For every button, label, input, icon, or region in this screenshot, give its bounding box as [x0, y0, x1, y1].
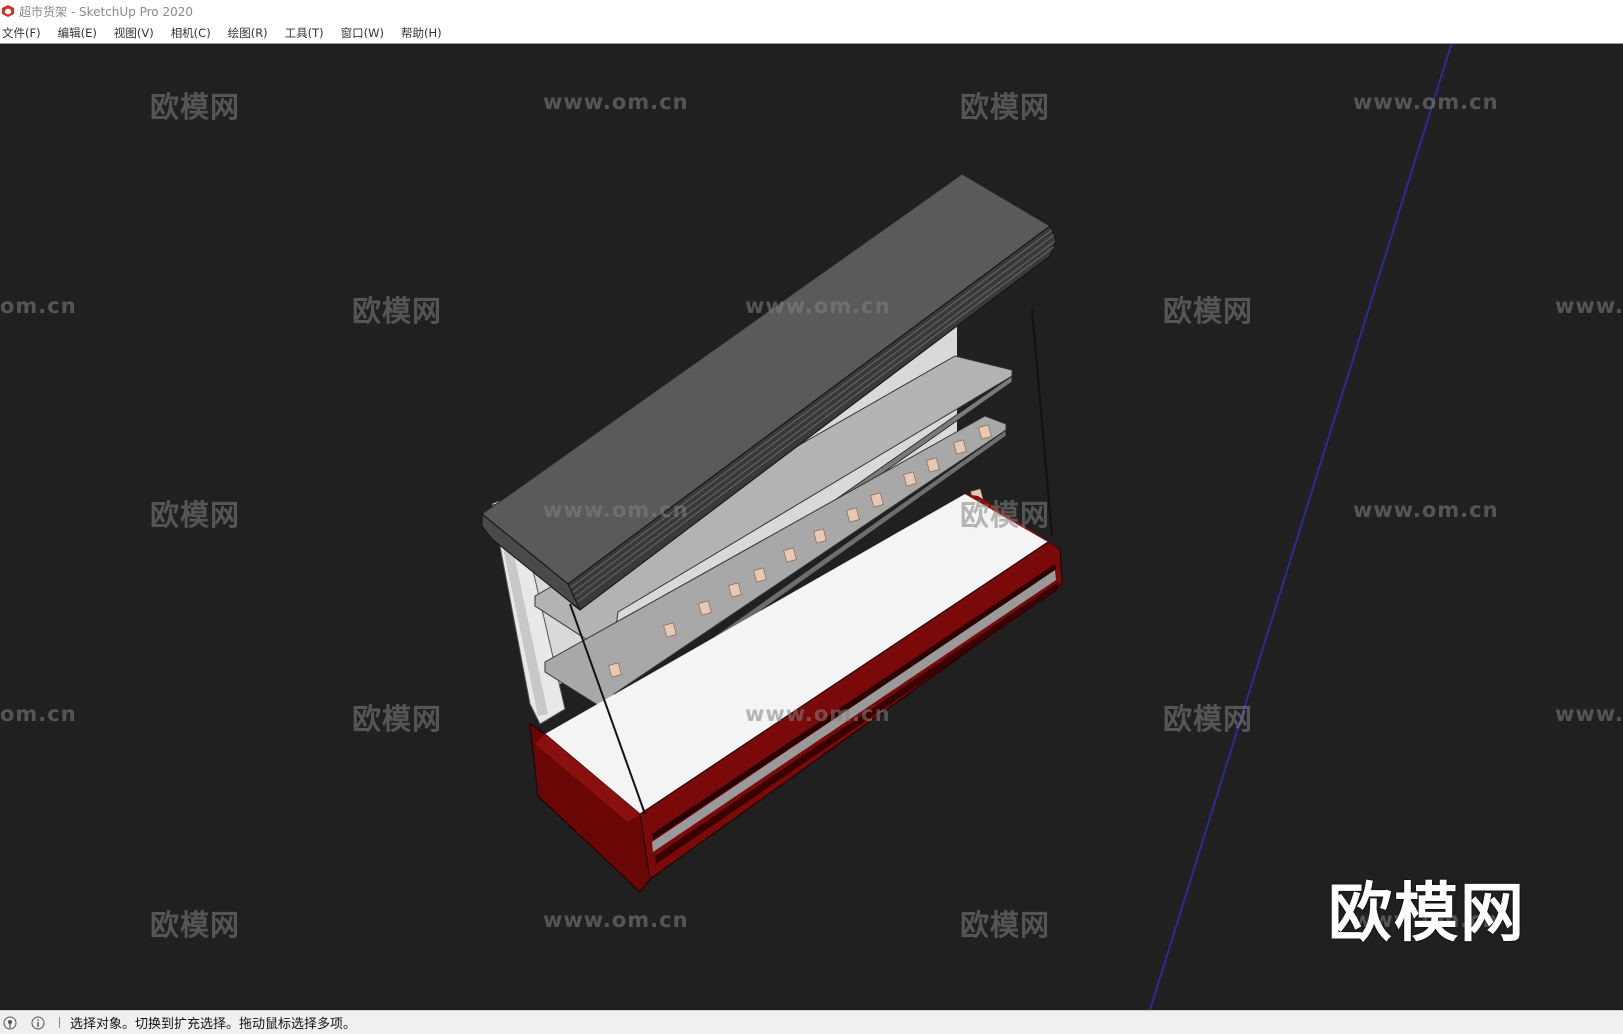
sketchup-logo-icon	[2, 5, 14, 17]
watermark-url: www.om.cn	[543, 90, 689, 114]
watermark-brand: 欧模网	[150, 908, 241, 942]
watermark-url: www.om.cn	[745, 294, 891, 318]
watermark-url: www.om.cn	[745, 702, 891, 726]
menu-tools[interactable]: 工具(T)	[282, 25, 331, 41]
window-title: 超市货架 - SketchUp Pro 2020	[19, 4, 193, 19]
watermark-url-fragment: om.cn	[0, 294, 77, 318]
menu-window[interactable]: 窗口(W)	[338, 25, 391, 41]
watermark-url: www.om.cn	[543, 498, 689, 522]
watermark-brand: 欧模网	[960, 498, 1051, 532]
watermark-url: www.om.cn	[1353, 498, 1499, 522]
status-message: 选择对象。切换到扩充选择。拖动鼠标选择多项。	[70, 1017, 357, 1032]
menu-help[interactable]: 帮助(H)	[398, 25, 449, 41]
watermark-brand: 欧模网	[1163, 702, 1254, 736]
menu-camera[interactable]: 相机(C)	[168, 25, 218, 41]
model-viewport[interactable]: 欧模网 www.om.cn 欧模网 www.om.cn om.cn 欧模网 ww…	[0, 44, 1623, 1010]
watermark-brand: 欧模网	[1163, 294, 1254, 328]
watermark-brand: 欧模网	[352, 702, 443, 736]
geo-location-icon[interactable]	[3, 1016, 17, 1030]
menu-view[interactable]: 视图(V)	[111, 25, 161, 41]
watermark-brand: 欧模网	[150, 498, 241, 532]
watermark-brand: 欧模网	[960, 90, 1051, 124]
watermark-url-fragment: www.	[1555, 702, 1623, 726]
menu-edit[interactable]: 编辑(E)	[55, 25, 104, 41]
watermark-url: www.om.cn	[1353, 90, 1499, 114]
watermark-brand: 欧模网	[150, 90, 241, 124]
watermark-brand: 欧模网	[352, 294, 443, 328]
watermark-url-fragment: www.	[1555, 294, 1623, 318]
title-bar: 超市货架 - SketchUp Pro 2020	[0, 0, 1623, 22]
status-bar: 选择对象。切换到扩充选择。拖动鼠标选择多项。	[0, 1010, 1623, 1034]
menu-draw[interactable]: 绘图(R)	[225, 25, 275, 41]
watermark-url: www.om.cn	[543, 908, 689, 932]
status-separator	[59, 1017, 60, 1028]
info-icon[interactable]	[31, 1016, 45, 1030]
menu-file[interactable]: 文件(F)	[0, 25, 48, 41]
brand-logo: 欧模网	[1328, 877, 1526, 951]
watermark-url-fragment: om.cn	[0, 702, 77, 726]
menu-bar: 文件(F) 编辑(E) 视图(V) 相机(C) 绘图(R) 工具(T) 窗口(W…	[0, 22, 1623, 44]
watermark-brand: 欧模网	[960, 908, 1051, 942]
